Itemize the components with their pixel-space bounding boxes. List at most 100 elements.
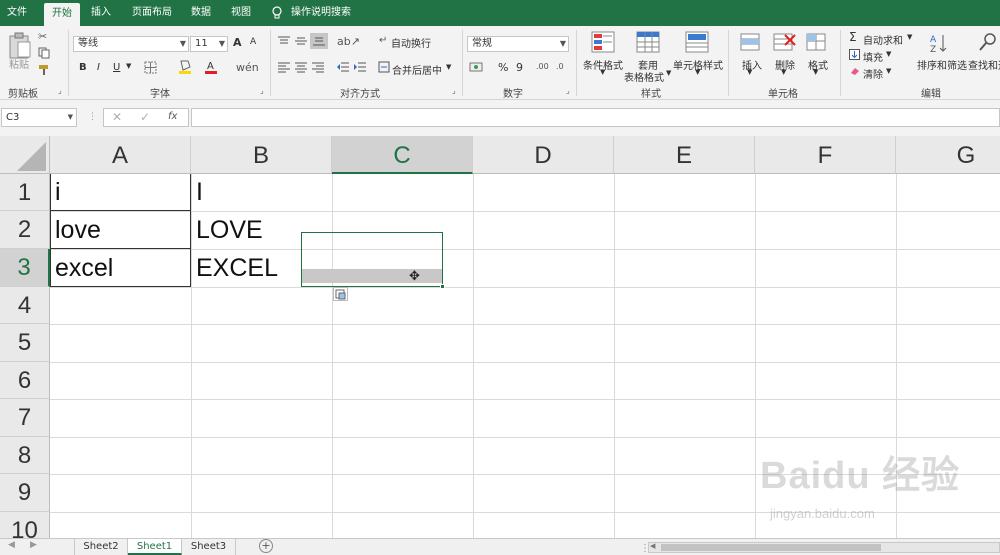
cell-b1[interactable]: I [191,174,332,210]
format-as-table-dropdown-icon[interactable]: ▼ [666,69,671,77]
cell-a2[interactable]: love [50,212,191,248]
scroll-left-icon[interactable]: ◀ [8,540,15,550]
merge-center-button[interactable]: 合并后居中 [392,62,442,77]
percent-button[interactable]: % [498,61,508,74]
delete-dropdown-icon[interactable]: ▼ [781,68,786,76]
row-header-10[interactable]: 10 [0,512,50,538]
row-header-6[interactable]: 6 [0,362,50,399]
italic-button[interactable]: I [97,62,100,73]
autosum-button[interactable]: 自动求和 [863,32,903,47]
insert-function-icon[interactable]: fx [168,111,177,122]
conditional-format-dropdown-icon[interactable]: ▼ [600,68,605,76]
column-header-c[interactable]: C [332,136,473,174]
cell-styles-dropdown-icon[interactable]: ▼ [695,68,700,76]
horizontal-scrollbar[interactable]: ◀ [648,542,1000,553]
cell-a3[interactable]: excel [50,250,191,286]
copy-icon[interactable] [38,47,50,62]
fill-button[interactable]: 填充 [863,49,883,64]
menu-file[interactable]: 文件 [0,0,34,26]
sort-filter-button[interactable]: 排序和筛选 [917,57,967,72]
border-icon[interactable] [144,61,157,77]
decrease-indent-icon[interactable] [336,61,350,76]
scroll-right-icon[interactable]: ▶ [30,540,37,550]
bold-button[interactable]: B [79,62,87,73]
cut-icon[interactable]: ✂ [38,30,47,43]
comma-button[interactable]: 9 [516,61,523,74]
row-header-3[interactable]: 3 [0,249,50,287]
row-header-9[interactable]: 9 [0,474,50,512]
menu-view[interactable]: 视图 [224,0,258,26]
row-header-7[interactable]: 7 [0,399,50,437]
row-header-5[interactable]: 5 [0,324,50,362]
insert-cells-icon [740,31,762,56]
cancel-icon[interactable]: ✕ [112,110,122,124]
find-select-button[interactable]: 查找和选 [968,57,1000,72]
font-launcher-icon[interactable]: ⌟ [260,86,264,95]
add-sheet-icon[interactable]: + [259,539,273,553]
row-header-4[interactable]: 4 [0,287,50,324]
align-left-icon[interactable] [277,61,291,76]
font-size-select[interactable]: 11 ▼ [190,36,228,52]
currency-icon[interactable] [469,61,485,76]
font-name-select[interactable]: 等线 ▼ [73,36,189,52]
column-header-g[interactable]: G [896,136,1000,174]
clear-dropdown-icon[interactable]: ▼ [886,67,891,75]
column-header-b[interactable]: B [191,136,332,174]
select-all-button[interactable] [0,136,50,174]
active-cell-c3[interactable] [302,269,442,283]
row-header-2[interactable]: 2 [0,211,50,249]
number-launcher-icon[interactable]: ⌟ [566,86,570,95]
column-header-f[interactable]: F [755,136,896,174]
paste-options-icon[interactable] [333,287,348,301]
wrap-text-button[interactable]: 自动换行 [391,35,431,50]
sheet-tab-sheet2[interactable]: Sheet2 [74,539,128,555]
paste-button[interactable]: 粘贴 [9,56,29,71]
orientation-icon[interactable]: ab↗ [337,35,360,48]
number-format-select[interactable]: 常规 ▼ [467,36,569,52]
formula-input[interactable] [191,108,1000,127]
name-box[interactable]: C3 ▼ [1,108,77,127]
cell-a1[interactable]: i [50,174,191,210]
format-as-table-button[interactable]: 表格格式 [624,69,664,84]
sheet-tab-sheet3[interactable]: Sheet3 [182,539,236,555]
underline-button[interactable]: U [113,62,120,73]
row-header-1[interactable]: 1 [0,174,50,211]
scroll-left-arrow-icon[interactable]: ◀ [650,542,655,550]
tell-me-search[interactable]: 操作说明搜索 [288,0,354,26]
autosum-dropdown-icon[interactable]: ▼ [907,33,912,41]
menu-data[interactable]: 数据 [184,0,218,26]
merge-dropdown-icon[interactable]: ▼ [446,63,451,71]
fill-color-icon[interactable] [178,59,192,78]
align-top-icon[interactable] [277,35,291,50]
increase-decimal-icon[interactable]: .00 [536,62,549,71]
grow-font-button[interactable]: A [233,36,242,49]
alignment-launcher-icon[interactable]: ⌟ [452,86,456,95]
sheet-tab-sheet1[interactable]: Sheet1 [128,539,182,555]
menu-page-layout[interactable]: 页面布局 [126,0,178,26]
decrease-decimal-icon[interactable]: .0 [556,62,564,71]
fill-handle[interactable] [440,284,445,289]
row-header-8[interactable]: 8 [0,437,50,474]
menu-insert[interactable]: 插入 [84,0,118,26]
fill-dropdown-icon[interactable]: ▼ [886,50,891,58]
insert-dropdown-icon[interactable]: ▼ [747,68,752,76]
format-dropdown-icon[interactable]: ▼ [813,68,818,76]
shrink-font-button[interactable]: A [250,37,256,47]
format-painter-icon[interactable] [38,64,50,79]
clipboard-launcher-icon[interactable]: ⌟ [58,86,62,95]
increase-indent-icon[interactable] [353,61,367,76]
align-right-icon[interactable] [311,61,325,76]
phonetic-icon[interactable]: wén [236,61,259,74]
enter-icon[interactable]: ✓ [140,110,150,124]
column-header-e[interactable]: E [614,136,755,174]
align-bottom-icon[interactable] [310,33,328,49]
align-middle-icon[interactable] [294,35,308,50]
font-color-icon[interactable]: A [204,59,218,78]
scrollbar-thumb[interactable] [661,544,881,551]
align-center-icon[interactable] [294,61,308,76]
menu-home[interactable]: 开始 [44,3,80,26]
clear-button[interactable]: 清除 [863,66,883,81]
column-header-d[interactable]: D [473,136,614,174]
underline-dropdown-icon[interactable]: ▼ [126,62,131,70]
column-header-a[interactable]: A [50,136,191,174]
